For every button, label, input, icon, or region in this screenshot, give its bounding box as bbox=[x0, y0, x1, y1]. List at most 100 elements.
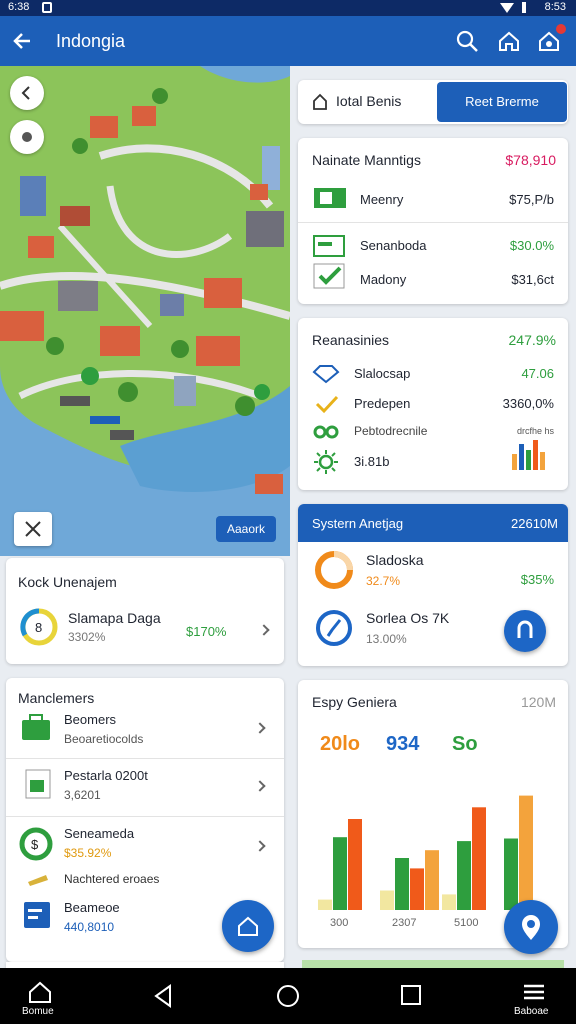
system-row-label: Sladoska bbox=[366, 552, 424, 568]
kock-item-icon-label: 8 bbox=[35, 620, 43, 635]
money-row-label: Meenry bbox=[360, 192, 404, 207]
status-time: 6:38 bbox=[8, 1, 30, 13]
recents-square-icon[interactable] bbox=[400, 984, 422, 1006]
chevron-right-icon bbox=[254, 722, 266, 734]
chart-header-value: 934 bbox=[386, 733, 420, 755]
list-item-title: Nachtered eroaes bbox=[64, 872, 160, 886]
tab-reet[interactable]: Reet Brerme bbox=[437, 82, 567, 122]
chart-category-label: 2307 bbox=[392, 917, 416, 929]
notification-icon bbox=[42, 2, 52, 13]
chart-category-label: 5100 bbox=[454, 917, 478, 929]
map-view[interactable]: Aaaork bbox=[0, 66, 290, 556]
chart-bar bbox=[333, 837, 347, 910]
left-fab-button[interactable] bbox=[222, 900, 274, 952]
stats-row-label: Pebtodrecnile bbox=[354, 424, 428, 438]
kock-card-title: Kock Unenajem bbox=[18, 574, 117, 590]
document-chart-icon bbox=[25, 769, 51, 799]
kock-item-sub: 3302% bbox=[68, 630, 106, 644]
home-icon bbox=[238, 916, 258, 936]
list-item-title: Beomers bbox=[64, 712, 117, 727]
system-card-title: Systern Anetjag bbox=[312, 516, 404, 531]
home-icon bbox=[29, 981, 51, 1003]
status-bar: 6:38 8:53 bbox=[0, 0, 576, 16]
briefcase-icon bbox=[22, 714, 50, 740]
divider bbox=[6, 816, 284, 817]
kock-card: Kock Unenajem 8 Slamapa Daga 3302% $170% bbox=[6, 558, 284, 664]
home-circle-icon[interactable] bbox=[276, 984, 300, 1008]
chart-bar bbox=[472, 807, 486, 910]
home-icon[interactable] bbox=[496, 28, 522, 54]
back-triangle-icon[interactable] bbox=[152, 984, 174, 1008]
location-fab-button[interactable] bbox=[504, 900, 558, 954]
stats-card: Reanasinies 247.9% Slalocsap 47.06 Prede… bbox=[298, 318, 568, 490]
gem-icon bbox=[312, 365, 340, 384]
chart-bar bbox=[410, 868, 424, 910]
system-row-label: Sorlea Os 7K bbox=[366, 610, 450, 626]
map-action-pill[interactable]: Aaaork bbox=[216, 516, 276, 542]
nav-menu-label: Baboae bbox=[514, 1006, 549, 1017]
chevron-right-icon bbox=[254, 780, 266, 792]
system-row-value: $35% bbox=[520, 572, 554, 587]
system-action-button[interactable] bbox=[504, 610, 546, 652]
list-item-title: Seneameda bbox=[64, 826, 135, 841]
signal-icon bbox=[522, 2, 526, 13]
tab-house-icon bbox=[313, 93, 327, 110]
bottom-nav: Bomue Baboae bbox=[0, 968, 576, 1024]
tab-total[interactable]: Iotal Benis bbox=[336, 93, 401, 109]
search-icon[interactable] bbox=[454, 28, 480, 54]
divider bbox=[6, 758, 284, 759]
chevron-left-icon bbox=[21, 86, 30, 100]
system-row-sub: 32.7% bbox=[366, 574, 401, 588]
status-battery-text: 8:53 bbox=[544, 1, 566, 13]
money-row-label: Senanboda bbox=[360, 238, 427, 253]
chart-bar bbox=[519, 795, 533, 910]
chart-header-value: 20lo bbox=[320, 733, 360, 755]
menu-icon bbox=[524, 984, 544, 1000]
manclemers-title: Manclemers bbox=[18, 690, 95, 706]
chart-bar bbox=[457, 841, 471, 910]
stats-row-label: Predepen bbox=[354, 396, 411, 411]
notification-badge bbox=[556, 24, 566, 34]
chart-bar bbox=[318, 899, 332, 910]
link-icon bbox=[313, 425, 339, 439]
page-title: Indongia bbox=[56, 31, 126, 51]
form-icon bbox=[24, 902, 50, 928]
list-item-sub: 3,6201 bbox=[64, 788, 101, 802]
map-back-button[interactable] bbox=[10, 76, 44, 110]
donut-icon bbox=[315, 551, 353, 589]
list-item-sub: 440,8010 bbox=[64, 920, 115, 934]
credit-card-icon bbox=[313, 235, 345, 257]
system-row-sub: 13.00% bbox=[366, 632, 407, 646]
list-item-title: Beameoe bbox=[64, 900, 120, 915]
checkmark-icon bbox=[313, 263, 345, 289]
money-card: Nainate Manntigs $78,910 Meenry $75,P/b … bbox=[298, 138, 568, 304]
chart-bar bbox=[425, 850, 439, 910]
chevron-right-icon bbox=[254, 840, 266, 852]
stats-row-value: 47.06 bbox=[521, 366, 554, 381]
system-card-total: 22610M bbox=[511, 516, 558, 531]
locate-icon bbox=[22, 132, 32, 142]
chart-bar bbox=[395, 858, 409, 910]
wifi-icon bbox=[500, 3, 514, 13]
back-arrow-icon[interactable] bbox=[10, 26, 40, 56]
mini-bar-chart-icon bbox=[512, 440, 545, 470]
map-pin-icon bbox=[522, 915, 540, 940]
money-row-value: $31,6ct bbox=[511, 272, 554, 287]
stats-row-label: Slalocsap bbox=[354, 366, 411, 381]
list-item-sub: Beoaretiocolds bbox=[64, 732, 144, 746]
chart-title: Espy Geniera bbox=[312, 694, 397, 710]
money-card-total: $78,910 bbox=[505, 152, 556, 168]
map-close-button[interactable] bbox=[14, 512, 52, 546]
kock-item-value: $170% bbox=[186, 624, 227, 639]
svg-text:$: $ bbox=[31, 837, 39, 852]
nav-home-label: Bomue bbox=[22, 1006, 54, 1017]
chart-bar bbox=[380, 890, 394, 910]
system-card: Systern Anetjag 22610M Sladoska 32.7% $3… bbox=[298, 504, 568, 666]
compass-icon bbox=[316, 610, 352, 646]
list-item-title: Pestarla 0200t bbox=[64, 768, 148, 783]
bottom-peek-bar bbox=[302, 960, 564, 968]
chart-category-label: 300 bbox=[330, 917, 348, 929]
sun-icon bbox=[314, 450, 338, 474]
locate-button[interactable] bbox=[10, 120, 44, 154]
stats-row-label: 3i.81b bbox=[354, 454, 390, 469]
